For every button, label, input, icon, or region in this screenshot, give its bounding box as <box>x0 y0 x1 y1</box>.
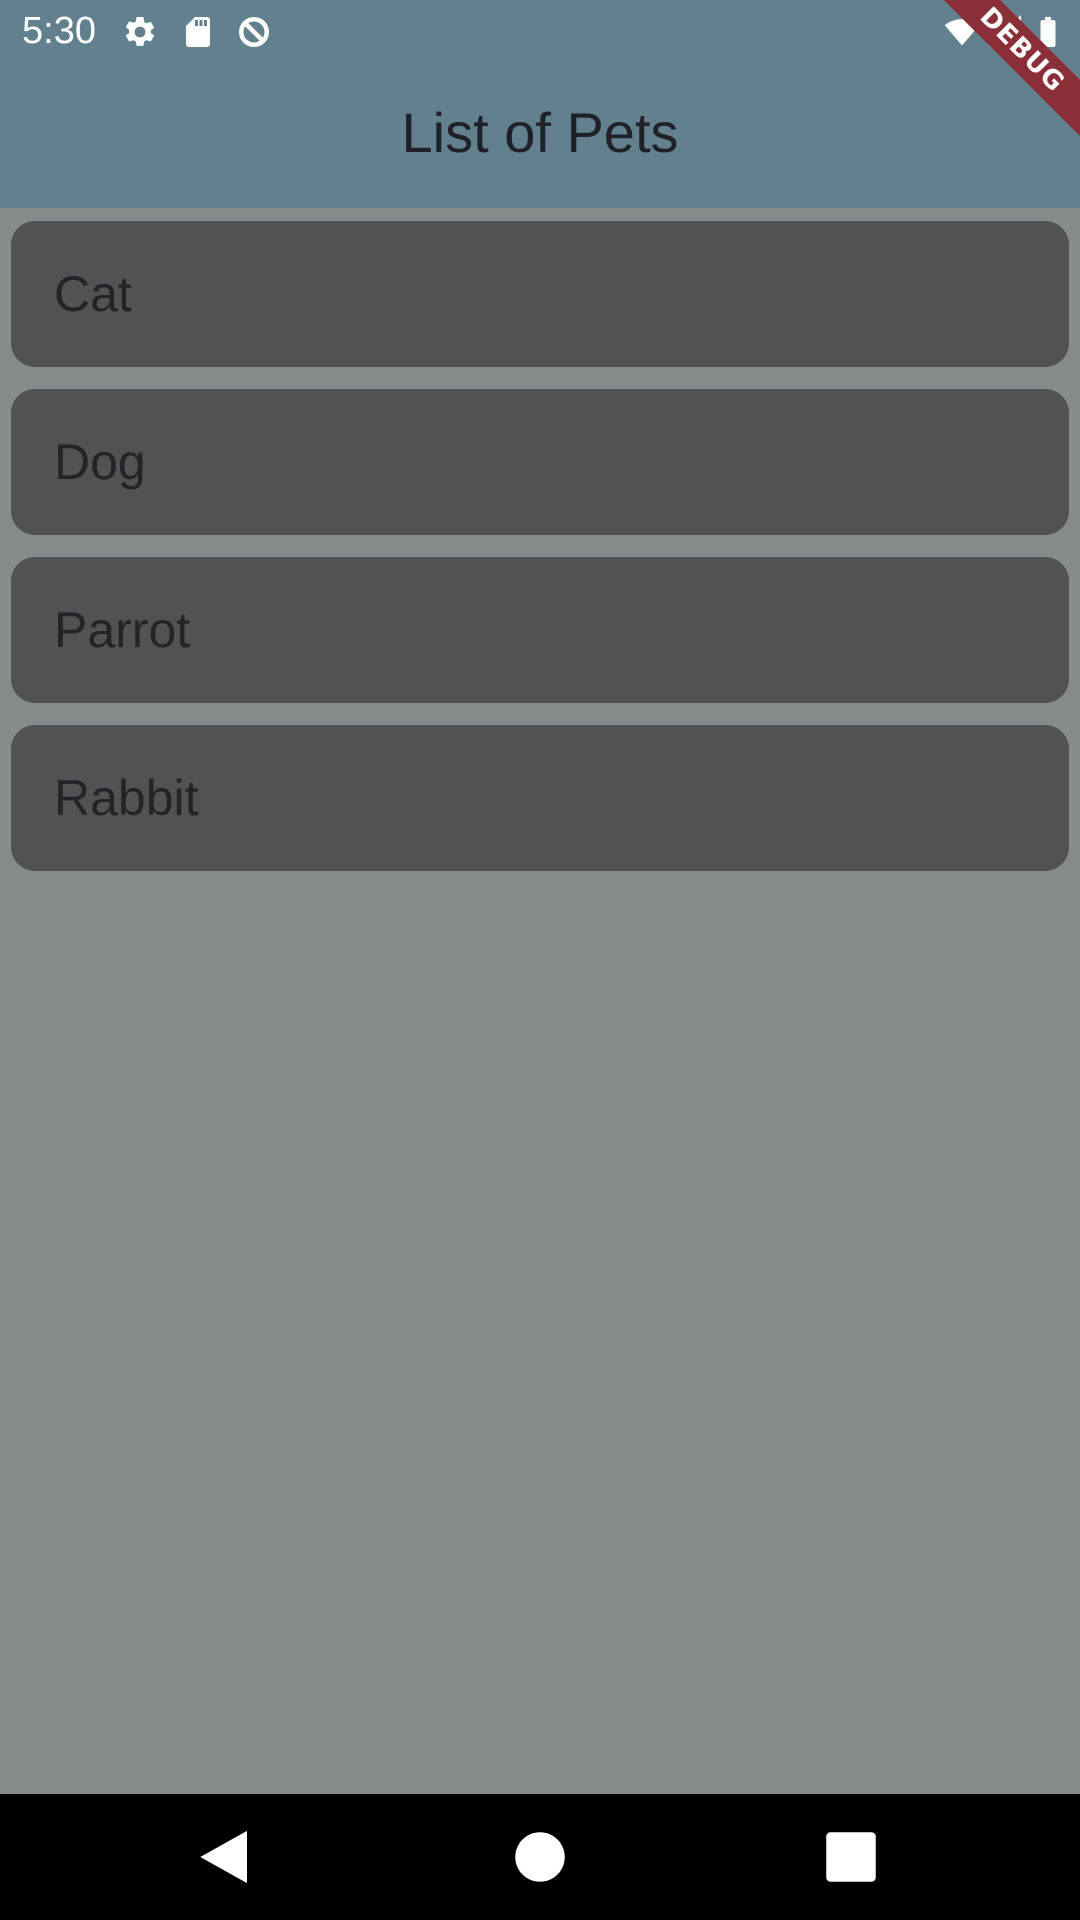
list-item-dog[interactable]: Dog <box>11 389 1069 535</box>
home-icon[interactable] <box>507 1824 573 1890</box>
pet-list: Cat Dog Parrot Rabbit <box>11 221 1069 893</box>
list-item-rabbit[interactable]: Rabbit <box>11 725 1069 871</box>
page-title: List of Pets <box>401 101 679 164</box>
back-icon[interactable] <box>192 1824 258 1890</box>
list-item-cat[interactable]: Cat <box>11 221 1069 367</box>
recents-icon[interactable] <box>818 1824 884 1890</box>
list-item-parrot[interactable]: Parrot <box>11 557 1069 703</box>
list-item-label: Cat <box>54 266 132 322</box>
data-saver-icon <box>239 17 269 47</box>
app-bar: 5:30 List of Pets <box>0 0 1080 208</box>
list-item-label: Rabbit <box>54 770 199 826</box>
list-item-label: Parrot <box>54 602 191 658</box>
navigation-bar <box>0 1794 1080 1920</box>
list-item-label: Dog <box>54 434 146 490</box>
app-screen: 5:30 List of Pets DEBUG Cat Dog Parrot R… <box>0 0 1080 1920</box>
status-time: 5:30 <box>22 10 96 52</box>
gear-icon <box>125 16 155 46</box>
sd-card-icon <box>186 17 210 47</box>
status-bar: 5:30 <box>0 0 1080 64</box>
